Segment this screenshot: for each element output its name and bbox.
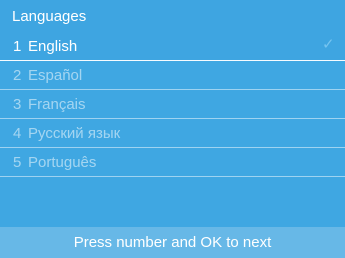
language-label: Français	[28, 95, 86, 113]
language-number: 1	[13, 37, 22, 55]
instruction-bar: Press number and OK to next	[0, 227, 345, 258]
language-label: English	[28, 37, 78, 55]
language-label: Русский язык	[28, 124, 121, 142]
language-option-russian[interactable]: 4 Русский язык	[0, 119, 345, 148]
language-label: Português	[28, 153, 97, 171]
language-list: 1 English ✓ 2 Español 3 Français 4 Русск…	[0, 32, 345, 177]
language-number: 2	[13, 66, 22, 84]
language-number: 3	[13, 95, 22, 113]
language-label: Español	[28, 66, 83, 84]
language-number: 5	[13, 153, 22, 171]
language-option-french[interactable]: 3 Français	[0, 90, 345, 119]
language-option-english[interactable]: 1 English ✓	[0, 32, 345, 61]
page-title: Languages	[0, 0, 345, 32]
language-option-portuguese[interactable]: 5 Português	[0, 148, 345, 177]
checkmark-icon: ✓	[322, 36, 335, 53]
language-option-spanish[interactable]: 2 Español	[0, 61, 345, 90]
language-panel: Languages 1 English ✓ 2 Español 3 França…	[0, 0, 345, 258]
language-screen: Languages 1 English ✓ 2 Español 3 França…	[0, 0, 345, 258]
language-number: 4	[13, 124, 22, 142]
